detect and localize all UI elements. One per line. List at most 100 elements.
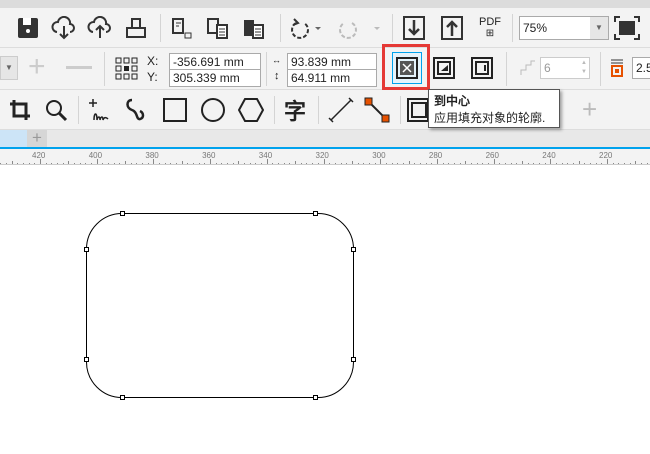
full-screen-icon[interactable] (612, 14, 642, 42)
separator (600, 52, 601, 86)
undo-icon[interactable] (288, 14, 324, 42)
ruler-tick-mark (516, 163, 518, 164)
redo-icon[interactable] (334, 14, 384, 42)
ruler-tick-mark (646, 163, 648, 164)
separator (274, 96, 275, 124)
tooltip-title: 到中心 (434, 94, 471, 108)
save-icon[interactable] (14, 14, 42, 42)
text-tool-icon[interactable]: 字 (280, 96, 310, 124)
property-bar: ▼ + X: Y: -356.691 mm 305.339 mm ↔ ↕ 93.… (0, 44, 650, 90)
ruler-tick-mark (22, 163, 24, 164)
preset-dropdown[interactable]: ▼ (0, 56, 18, 80)
ruler-tick-mark (125, 161, 127, 164)
node-handle[interactable] (351, 247, 356, 252)
zoom-tool-icon[interactable] (42, 96, 70, 124)
inside-contour-button[interactable] (430, 54, 458, 82)
zoom-level-select[interactable]: 75% ▼ (519, 16, 609, 40)
freehand-tool-icon[interactable] (86, 96, 114, 124)
ruler-tick-mark (397, 163, 399, 164)
ruler-tick-mark (102, 163, 104, 164)
node-handle[interactable] (84, 247, 89, 252)
height-input[interactable]: 64.911 mm (287, 69, 377, 87)
reference-point-icon[interactable] (114, 56, 140, 82)
ruler-label: 360 (202, 151, 216, 160)
cloud-download-icon[interactable] (50, 14, 78, 42)
document-tabs: + (0, 129, 650, 149)
ruler-tick-mark (119, 163, 121, 164)
ruler-tick-mark (232, 163, 234, 164)
ruler-tick-mark (368, 163, 370, 164)
ruler-tick-mark (57, 163, 58, 164)
cloud-upload-icon[interactable] (86, 14, 114, 42)
ruler-label: 220 (599, 151, 613, 160)
rectangle-tool-icon[interactable] (160, 96, 190, 124)
ruler-tick-mark (567, 163, 569, 164)
dimension-tool-icon[interactable] (326, 96, 356, 124)
copy-icon[interactable] (168, 14, 196, 42)
node-handle[interactable] (351, 357, 356, 362)
ruler-tick-mark (40, 159, 41, 164)
contour-tool-icon[interactable] (406, 96, 430, 124)
steps-spinner[interactable]: ▲ ▼ (581, 59, 587, 77)
paste-icon[interactable] (204, 14, 232, 42)
tooltip-description: 应用填充对象的轮廓. (434, 111, 546, 125)
document-tab[interactable] (0, 130, 27, 147)
export-icon[interactable] (438, 14, 466, 42)
ruler-tick-mark (91, 163, 93, 164)
separator (160, 14, 161, 42)
artistic-media-tool-icon[interactable] (122, 96, 150, 124)
separator (78, 96, 79, 124)
separator (506, 52, 507, 86)
ruler-tick-mark (300, 163, 302, 164)
zoom-level-value: 75% (523, 21, 548, 35)
import-icon[interactable] (400, 14, 428, 42)
node-handle[interactable] (313, 395, 318, 400)
add-preset-icon[interactable]: + (28, 52, 46, 82)
ruler-label: 380 (145, 151, 159, 160)
outside-contour-button[interactable] (468, 54, 496, 82)
node-handle[interactable] (120, 395, 125, 400)
ruler-tick-mark (295, 161, 297, 164)
ruler-tick-mark (465, 161, 467, 164)
print-icon[interactable] (122, 14, 150, 42)
chevron-down-icon[interactable]: ▼ (590, 17, 608, 39)
node-handle[interactable] (313, 211, 318, 216)
contour-steps-input[interactable]: 6 ▲ ▼ (540, 57, 590, 79)
node-handle[interactable] (120, 211, 125, 216)
connector-tool-icon[interactable] (362, 96, 392, 124)
add-tool-icon[interactable]: + (582, 94, 597, 125)
polygon-tool-icon[interactable] (236, 96, 266, 124)
contour-offset-input[interactable]: 2.5 (632, 57, 650, 79)
ruler-tick-mark (470, 163, 472, 164)
separator (104, 52, 105, 86)
ruler-tick-mark (340, 163, 342, 164)
publish-pdf-button[interactable]: PDF ⊞ (474, 12, 506, 44)
remove-preset-icon[interactable] (66, 66, 92, 69)
ruler-tick-mark (62, 163, 64, 164)
ruler-tick-mark (329, 163, 331, 164)
tooltip: 到中心 应用填充对象的轮廓. (428, 89, 560, 128)
to-center-button[interactable] (392, 52, 422, 84)
ruler-tick-mark (164, 163, 166, 164)
y-position-input[interactable]: 305.339 mm (169, 69, 261, 87)
crop-tool-icon[interactable] (6, 96, 34, 124)
node-handle[interactable] (84, 357, 89, 362)
ruler-tick-mark (45, 163, 47, 164)
ruler-tick-mark (408, 161, 410, 164)
rounded-rectangle-shape[interactable] (86, 213, 354, 398)
ruler-tick-mark (487, 163, 489, 164)
ruler-tick-mark (312, 163, 314, 164)
ruler-tick-mark (244, 163, 246, 164)
ruler-label: 400 (88, 151, 103, 160)
ruler-tick-mark (28, 163, 30, 164)
paste-special-icon[interactable] (240, 14, 268, 42)
drawing-canvas[interactable] (0, 166, 650, 454)
ruler-tick-mark (323, 159, 325, 164)
new-tab-button[interactable]: + (27, 129, 47, 147)
ruler-tick-mark (108, 163, 110, 164)
ellipse-tool-icon[interactable] (198, 96, 228, 124)
ruler-tick-mark (221, 163, 223, 164)
standard-toolbar: PDF ⊞ 75% ▼ (0, 8, 650, 48)
ruler-tick-mark (17, 163, 19, 164)
ruler-tick-mark (334, 163, 336, 164)
